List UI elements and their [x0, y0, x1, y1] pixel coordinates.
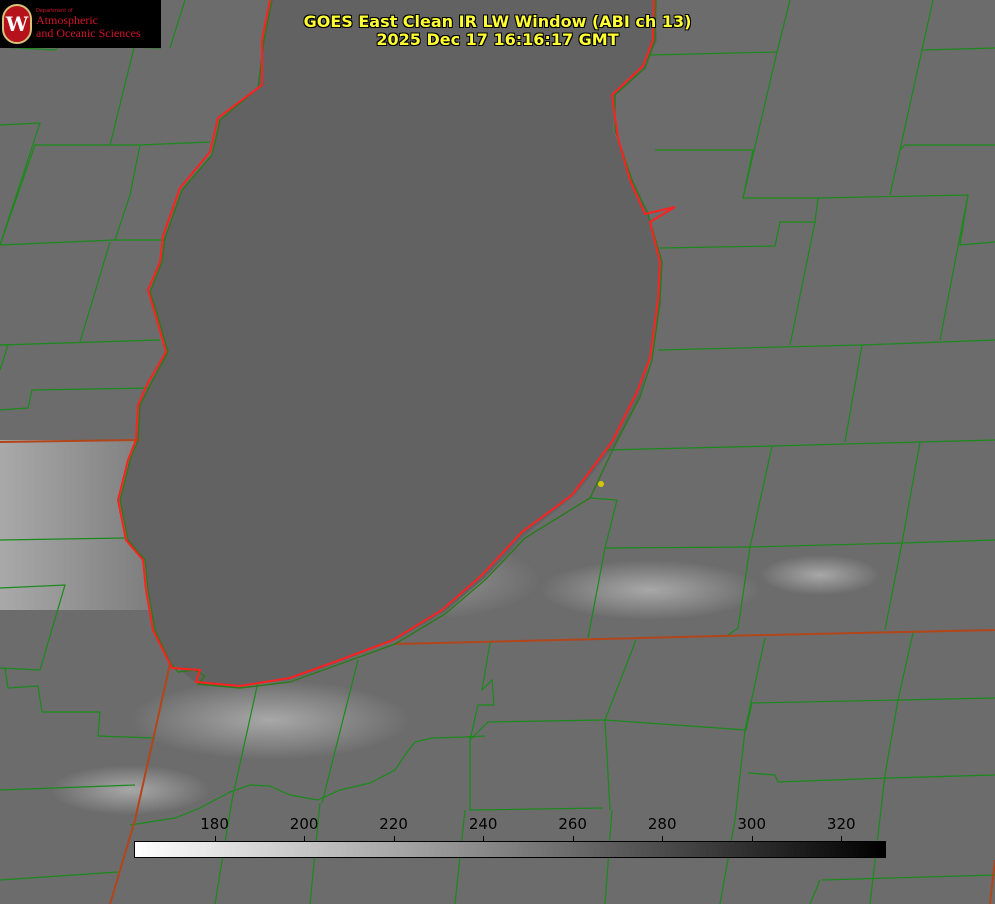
colorbar-tick-label: 320 — [826, 815, 856, 833]
cloud-patch — [760, 555, 880, 595]
colorbar-tick-label: 200 — [289, 815, 319, 833]
colorbar-tick-label: 240 — [468, 815, 498, 833]
cloud-patch — [130, 680, 410, 760]
colorbar-tick-label: 220 — [379, 815, 408, 833]
satellite-map — [0, 0, 995, 904]
colorbar-tick-label: 280 — [647, 815, 677, 833]
image-title: GOES East Clean IR LW Window (ABI ch 13) — [303, 12, 692, 31]
colorbar-tick-label: 300 — [737, 815, 767, 833]
station-marker — [598, 481, 604, 487]
temperature-colorbar — [134, 841, 886, 858]
cloud-patch — [50, 765, 210, 815]
cloud-patch — [540, 560, 760, 620]
image-timestamp: 2025 Dec 17 16:16:17 GMT — [376, 30, 619, 49]
colorbar-tick-label: 260 — [558, 815, 587, 833]
colorbar-tick-label: 180 — [200, 815, 229, 833]
